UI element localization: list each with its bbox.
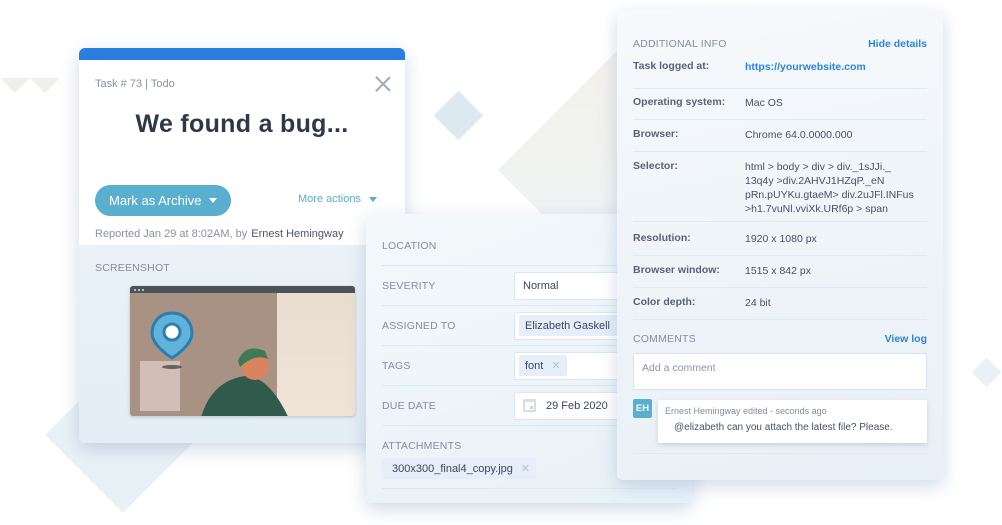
info-value: 1920 x 1080 px xyxy=(745,233,817,245)
additional-info-card: ADDITIONAL INFO Hide details Task logged… xyxy=(617,10,943,480)
task-card: Task # 73 | Todo We found a bug... Mark … xyxy=(79,48,405,443)
comment-input[interactable]: Add a comment xyxy=(633,353,927,390)
calendar-icon xyxy=(523,399,536,412)
reported-text: Reported Jan 29 at 8:02AM, by xyxy=(95,228,248,240)
remove-tag-icon[interactable]: ✕ xyxy=(551,359,560,372)
severity-value: Normal xyxy=(523,279,559,292)
selector-line: pRn.pUYKu.gtaeM> div.2uJFl.INFus xyxy=(745,189,914,201)
task-meta: Task # 73 | Todo xyxy=(95,78,175,90)
attachments-label: ATTACHMENTS xyxy=(382,440,462,452)
info-key: Color depth: xyxy=(633,296,696,308)
info-key: Operating system: xyxy=(633,96,726,108)
info-key: Browser: xyxy=(633,128,679,140)
mark-as-archive-button[interactable]: Mark as Archive xyxy=(95,185,232,216)
comment-item: Ernest Hemingway edited - seconds ago @e… xyxy=(658,400,927,443)
info-row-browser: Browser: Chrome 64.0.0000.000 xyxy=(633,128,927,152)
task-url-link[interactable]: https://yourwebsite.com xyxy=(745,60,866,88)
task-card-accent-bar xyxy=(79,48,405,60)
additional-info-heading: ADDITIONAL INFO xyxy=(633,38,727,50)
info-row-resolution: Resolution: 1920 x 1080 px xyxy=(633,232,927,256)
comments-heading: COMMENTS xyxy=(633,333,696,345)
info-row-browser-window: Browser window: 1515 x 842 px xyxy=(633,264,927,288)
more-actions-button[interactable]: More actions xyxy=(298,193,377,205)
chevron-down-icon xyxy=(369,196,377,202)
comment-text: @elizabeth can you attach the latest fil… xyxy=(674,422,893,433)
info-row-os: Operating system: Mac OS xyxy=(633,96,927,120)
decor-triangle xyxy=(0,78,30,93)
chevron-down-icon xyxy=(209,198,218,203)
location-label: LOCATION xyxy=(382,239,437,252)
illustration-person xyxy=(201,348,288,416)
screenshot-label: SCREENSHOT xyxy=(95,262,170,274)
assignee-name: Elizabeth Gaskell xyxy=(525,319,610,332)
selector-line: html > body > div > div._1sJJi._ xyxy=(745,161,892,173)
attachment-name: 300x300_final4_copy.jpg xyxy=(392,462,513,475)
task-title: We found a bug... xyxy=(135,110,349,138)
info-row-color-depth: Color depth: 24 bit xyxy=(633,296,927,320)
decor-diamond xyxy=(971,357,1002,388)
info-key: Selector: xyxy=(633,160,678,172)
severity-label: SEVERITY xyxy=(382,279,436,292)
screenshot-thumbnail[interactable] xyxy=(130,286,355,416)
decor-diamond xyxy=(433,90,484,141)
due-date-label: DUE DATE xyxy=(382,399,436,412)
comment-meta: Ernest Hemingway edited - seconds ago xyxy=(665,406,827,416)
selector-line: 13q4y >div.2AHVJ1HZqP._eN xyxy=(745,175,885,187)
divider xyxy=(633,453,927,454)
view-log-link[interactable]: View log xyxy=(885,333,927,345)
info-key: Task logged at: xyxy=(633,60,710,72)
tag-name: font xyxy=(525,359,544,372)
remove-attachment-icon[interactable]: ✕ xyxy=(521,462,530,475)
info-row-selector: Selector: html > body > div > div._1sJJi… xyxy=(633,160,927,222)
selector-value: html > body > div > div._1sJJi._ 13q4y >… xyxy=(745,160,914,221)
decor-triangle xyxy=(30,78,60,93)
more-actions-label: More actions xyxy=(298,193,361,205)
attachment-chip[interactable]: 300x300_final4_copy.jpg ✕ xyxy=(382,458,537,479)
mark-as-archive-label: Mark as Archive xyxy=(109,193,202,208)
reported-info: Reported Jan 29 at 8:02AM, by Ernest Hemi… xyxy=(95,228,344,240)
reporter-name[interactable]: Ernest Hemingway xyxy=(251,228,343,240)
selector-line: >h1.7vuNl.vviXk.URf6p > span xyxy=(745,203,888,215)
location-pin-icon xyxy=(150,311,194,369)
assigned-label: ASSIGNED TO xyxy=(382,319,456,332)
tag-chip: font ✕ xyxy=(519,355,567,376)
avatar: EH xyxy=(633,399,652,418)
info-value: Chrome 64.0.0000.000 xyxy=(745,129,853,141)
info-key: Resolution: xyxy=(633,232,691,244)
info-value: 1515 x 842 px xyxy=(745,265,811,277)
hide-details-link[interactable]: Hide details xyxy=(868,38,927,50)
tags-label: TAGS xyxy=(382,359,411,372)
info-value: 24 bit xyxy=(745,297,771,309)
close-icon[interactable] xyxy=(375,76,391,92)
info-value: Mac OS xyxy=(745,97,783,109)
info-key: Browser window: xyxy=(633,264,720,276)
browser-bar xyxy=(130,286,355,293)
divider xyxy=(382,488,676,489)
due-date-value: 29 Feb 2020 xyxy=(546,399,608,412)
info-row-task-logged: Task logged at: https://yourwebsite.com xyxy=(633,60,927,89)
